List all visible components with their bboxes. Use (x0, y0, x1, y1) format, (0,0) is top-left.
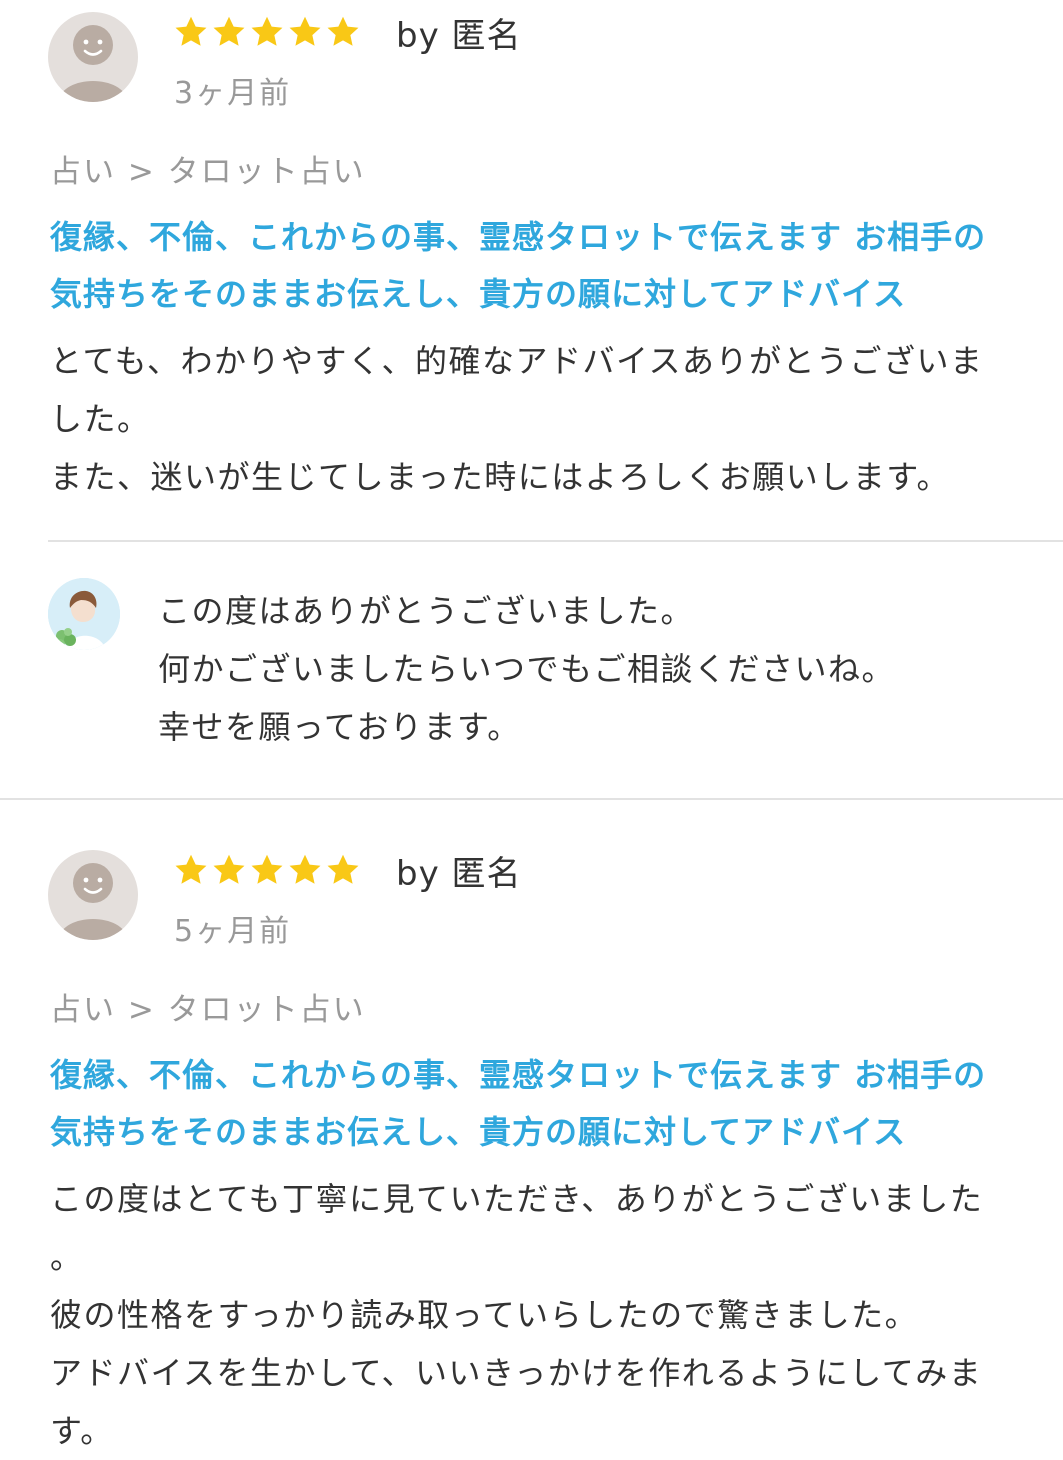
seller-reply: この度はありがとうございました。 何かございましたらいつでもご相談くださいね。 … (158, 592, 896, 746)
review-body: とても、わかりやすく、的確なアドバイスありがとうございま した。 また、迷いが生… (50, 342, 984, 496)
category-breadcrumb[interactable]: 占い > タロット占い (50, 146, 366, 191)
service-title-link[interactable]: 復縁、不倫、これからの事、霊感タロットで伝えます お相手の 気持ちをそのままお伝… (50, 1047, 1063, 1161)
review-date: 3ヶ月前 (174, 76, 292, 111)
star-icon (251, 16, 283, 46)
star-rating (173, 852, 361, 892)
star-icon (175, 16, 207, 46)
star-icon (327, 854, 359, 884)
seller-avatar-icon (48, 578, 120, 650)
star-icon (175, 854, 207, 884)
star-icon (289, 854, 321, 884)
star-icon (251, 854, 283, 884)
review-body: この度はとても丁寧に見ていただき、ありがとうございました 。 彼の性格をすっかり… (50, 1180, 984, 1450)
star-icon (213, 16, 245, 46)
star-rating (173, 14, 361, 54)
category-breadcrumb[interactable]: 占い > タロット占い (50, 984, 366, 1029)
divider (48, 540, 1063, 542)
star-icon (289, 16, 321, 46)
review-date: 5ヶ月前 (174, 914, 292, 949)
default-user-avatar-icon (48, 12, 138, 102)
service-title-link[interactable]: 復縁、不倫、これからの事、霊感タロットで伝えます お相手の 気持ちをそのままお伝… (50, 209, 1063, 323)
star-icon (213, 854, 245, 884)
review-author: by 匿名 (396, 854, 522, 894)
divider (0, 798, 1063, 800)
review-author: by 匿名 (396, 16, 522, 56)
star-icon (327, 16, 359, 46)
default-user-avatar-icon (48, 850, 138, 940)
